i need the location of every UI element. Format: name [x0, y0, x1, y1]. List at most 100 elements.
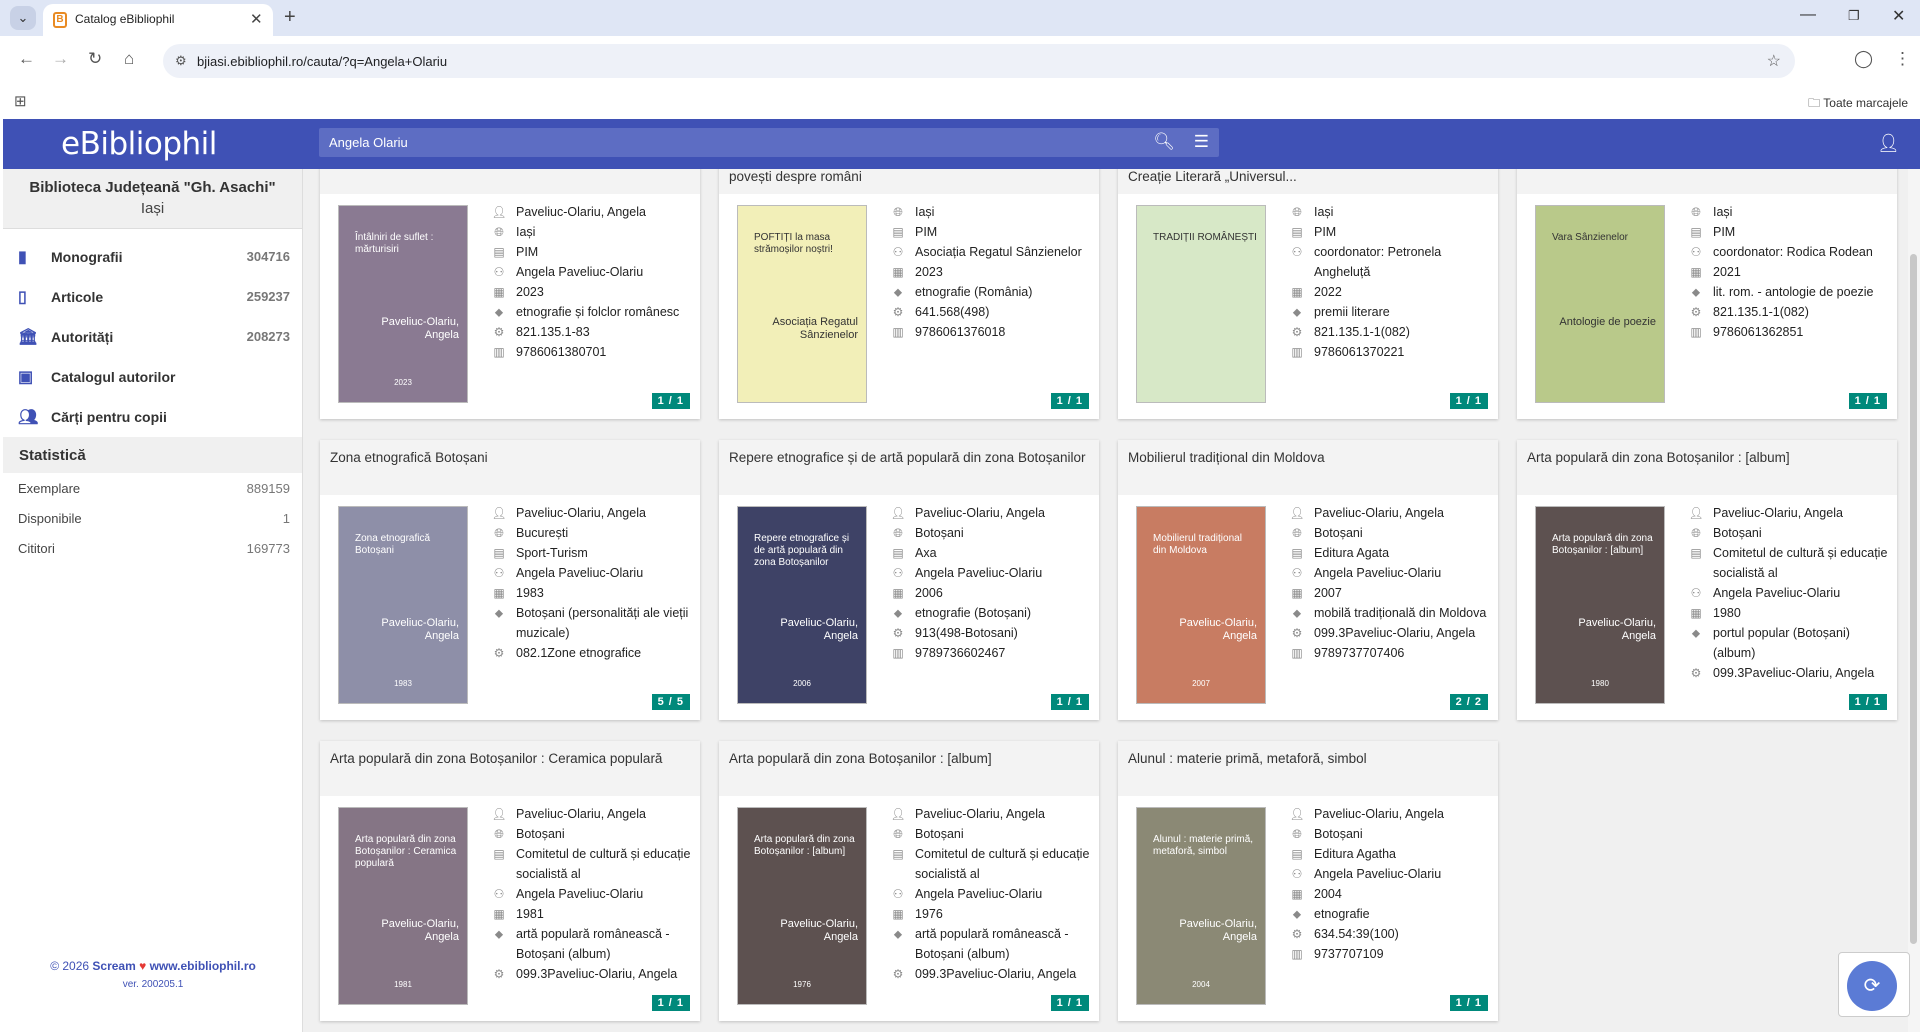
info-row: ▤ Axa — [889, 543, 1094, 563]
browser-tab[interactable]: B Catalog eBibliophil ✕ — [43, 4, 273, 36]
app-header: eBibliophil Angela Olariu 🔍︎ ☰ 👤︎ — [3, 119, 1920, 169]
globe-icon: 🌐︎ — [893, 827, 903, 841]
book-card[interactable]: POFTIȚI la masa strămoșilor noștri! : Bu… — [719, 169, 1099, 419]
minimize-icon[interactable]: — — [1800, 6, 1816, 24]
tab-search-button[interactable]: ⌄ — [10, 6, 36, 30]
book-title[interactable]: Arta populară din zona Botoșanilor : Cer… — [320, 741, 700, 796]
info-row: ⚇ Angela Paveliuc-Olariu — [1288, 864, 1493, 884]
sidebar-item-carti-copii[interactable]: 👥︎ Cărți pentru copii — [3, 397, 302, 437]
book-card[interactable]: Arta populară din zona Botoșanilor : [al… — [719, 741, 1099, 1021]
info-row: ▦ 1981 — [490, 904, 695, 924]
book-title[interactable]: Zona etnografică Botoșani — [320, 440, 700, 495]
book-card[interactable]: Mobilierul tradițional din Moldova Mobili… — [1118, 440, 1498, 720]
book-card[interactable]: Arta populară din zona Botoșanilor : Cer… — [320, 741, 700, 1021]
profile-icon[interactable]: ◯ — [1854, 49, 1873, 69]
footer-brand-link[interactable]: Scream — [92, 959, 135, 973]
info-row: 👤︎ Paveliuc-Olariu, Angela — [1288, 503, 1493, 523]
book-title[interactable]: POFTIȚI la masa strămoșilor noștri! : Bu… — [719, 169, 1099, 194]
scrollbar-thumb[interactable] — [1910, 254, 1917, 944]
calendar-icon: ▦ — [1690, 265, 1702, 279]
person-icon: 👤︎ — [890, 807, 906, 821]
cover-title: Întâlniri de suflet : mărturisiri — [355, 232, 434, 255]
app-logo[interactable]: eBibliophil — [61, 126, 217, 162]
stat-row-cititori: Cititori 169773 — [3, 533, 302, 563]
cover-year: 1983 — [394, 679, 412, 688]
info-text: lit. rom. - antologie de poezie — [1713, 285, 1874, 299]
info-text: 821.135.1-1(082) — [1314, 325, 1410, 339]
info-text: 1980 — [1713, 606, 1741, 620]
bookmark-star-icon[interactable]: ☆ — [1767, 51, 1781, 71]
info-row: 🌐︎ București — [490, 523, 695, 543]
user-account-icon[interactable]: 👤︎ — [1877, 133, 1900, 154]
book-cover[interactable]: Alunul : materie primă, metaforă, simbol… — [1136, 807, 1266, 1005]
isbn-icon: ▥ — [493, 345, 505, 359]
info-text: portul popular (Botoșani) (album) — [1713, 626, 1850, 660]
book-title[interactable]: Mobilierul tradițional din Moldova — [1118, 440, 1498, 495]
book-title[interactable]: Repere etnografice și de artă populară d… — [719, 440, 1099, 495]
book-card[interactable]: Repere etnografice și de artă populară d… — [719, 440, 1099, 720]
footer-site-link[interactable]: www.ebibliophil.ro — [150, 959, 256, 973]
home-icon[interactable]: ⌂ — [124, 49, 134, 69]
sidebar-item-count: 208273 — [246, 329, 290, 344]
search-input[interactable]: Angela Olariu 🔍︎ ☰ — [319, 128, 1219, 157]
book-title[interactable]: Întâlniri de suflet : mărturisiri — [320, 169, 700, 194]
tab-close-icon[interactable]: ✕ — [250, 10, 263, 28]
book-cover[interactable]: Întâlniri de suflet : mărturisiri Paveliu… — [338, 205, 468, 403]
info-text: 2007 — [1314, 586, 1342, 600]
person-add-icon: ⚇ — [892, 566, 904, 580]
book-title[interactable]: VARA Sânzienelor : antologie de poezie — [1517, 169, 1897, 194]
menu-icon[interactable]: ⋮ — [1894, 49, 1911, 69]
book-cover[interactable]: Arta populară din zona Botoșanilor : [al… — [1535, 506, 1665, 704]
cover-year: 2006 — [793, 679, 811, 688]
sidebar-item-monografii[interactable]: ▮ Monografii 304716 — [3, 237, 302, 277]
site-info-icon[interactable]: ⚙ — [175, 53, 187, 69]
search-icon[interactable]: 🔍︎ — [1153, 132, 1175, 152]
book-card[interactable]: Zona etnografică Botoșani Zona etnografic… — [320, 440, 700, 720]
book-card[interactable]: VARA Sânzienelor : antologie de poezie Va… — [1517, 169, 1897, 419]
book-title[interactable]: Alunul : materie primă, metaforă, simbol — [1118, 741, 1498, 796]
address-bar[interactable]: ⚙ bjiasi.ebibliophil.ro/cauta/?q=Angela+… — [163, 44, 1795, 78]
url-text[interactable]: bjiasi.ebibliophil.ro/cauta/?q=Angela+Ol… — [197, 54, 447, 69]
reload-icon[interactable]: ↻ — [88, 49, 102, 69]
book-card[interactable]: Alunul : materie primă, metaforă, simbol… — [1118, 741, 1498, 1021]
back-icon[interactable]: ← — [18, 49, 35, 69]
all-bookmarks-link[interactable]: 🗀 Toate marcajele — [1808, 94, 1908, 115]
info-text: 821.135.1-83 — [516, 325, 590, 339]
book-cover[interactable]: TRADIȚII ROMÂNEȘTI — [1136, 205, 1266, 403]
book-cover[interactable]: Arta populară din zona Botoșanilor : [al… — [737, 807, 867, 1005]
book-cover[interactable]: Arta populară din zona Botoșanilor : Cer… — [338, 807, 468, 1005]
book-cover[interactable]: Repere etnografice și de artă populară d… — [737, 506, 867, 704]
forward-icon[interactable]: → — [52, 49, 69, 69]
cover-author: Paveliuc-Olariu, Angela — [780, 918, 858, 943]
isbn-icon: ▥ — [1690, 325, 1702, 339]
info-row: 🌐︎ Botoșani — [1288, 824, 1493, 844]
book-title[interactable]: Tradiții românești : antologia Concursul… — [1118, 169, 1498, 194]
book-card[interactable]: Tradiții românești : antologia Concursul… — [1118, 169, 1498, 419]
book-title[interactable]: Arta populară din zona Botoșanilor : [al… — [719, 741, 1099, 796]
window-close-icon[interactable]: ✕ — [1892, 6, 1905, 26]
book-card[interactable]: Întâlniri de suflet : mărturisiriÎntâlni… — [320, 169, 700, 419]
info-row: ▦ 1976 — [889, 904, 1094, 924]
book-cover[interactable]: Vara Sânzienelor Antologie de poezie — [1535, 205, 1665, 403]
person-icon: 👤︎ — [1289, 807, 1305, 821]
sidebar-item-catalogul-autorilor[interactable]: ▣ Catalogul autorilor — [3, 357, 302, 397]
list-view-icon[interactable]: ☰ — [1194, 132, 1209, 152]
publisher-icon: ▤ — [892, 225, 904, 239]
sidebar-item-autoritati[interactable]: 🏛︎ Autorități 208273 — [3, 317, 302, 357]
scrollbar[interactable] — [1908, 169, 1920, 1032]
recaptcha-badge[interactable]: ⟳ — [1838, 952, 1910, 1017]
restore-icon[interactable]: ❐ — [1848, 8, 1860, 24]
cover-author: Paveliuc-Olariu, Angela — [1179, 918, 1257, 943]
info-row: 🌐︎ Botoșani — [490, 824, 695, 844]
sidebar-item-articole[interactable]: ▯ Articole 259237 — [3, 277, 302, 317]
cover-title: Zona etnografică Botoșani — [355, 533, 431, 556]
new-tab-icon[interactable]: + — [284, 6, 296, 29]
book-cover[interactable]: POFTIȚI la masa strămoșilor noștri! Asoci… — [737, 205, 867, 403]
book-cover[interactable]: Mobilierul tradițional din Moldova Paveli… — [1136, 506, 1266, 704]
book-cover[interactable]: Zona etnografică Botoșani Paveliuc-Olariu… — [338, 506, 468, 704]
book-title[interactable]: Arta populară din zona Botoșanilor : [al… — [1517, 440, 1897, 495]
info-row: ▥ 9789737707406 — [1288, 643, 1493, 663]
info-row: ▦ 2006 — [889, 583, 1094, 603]
book-card[interactable]: Arta populară din zona Botoșanilor : [al… — [1517, 440, 1897, 720]
apps-grid-icon[interactable]: ⊞ — [14, 92, 27, 110]
